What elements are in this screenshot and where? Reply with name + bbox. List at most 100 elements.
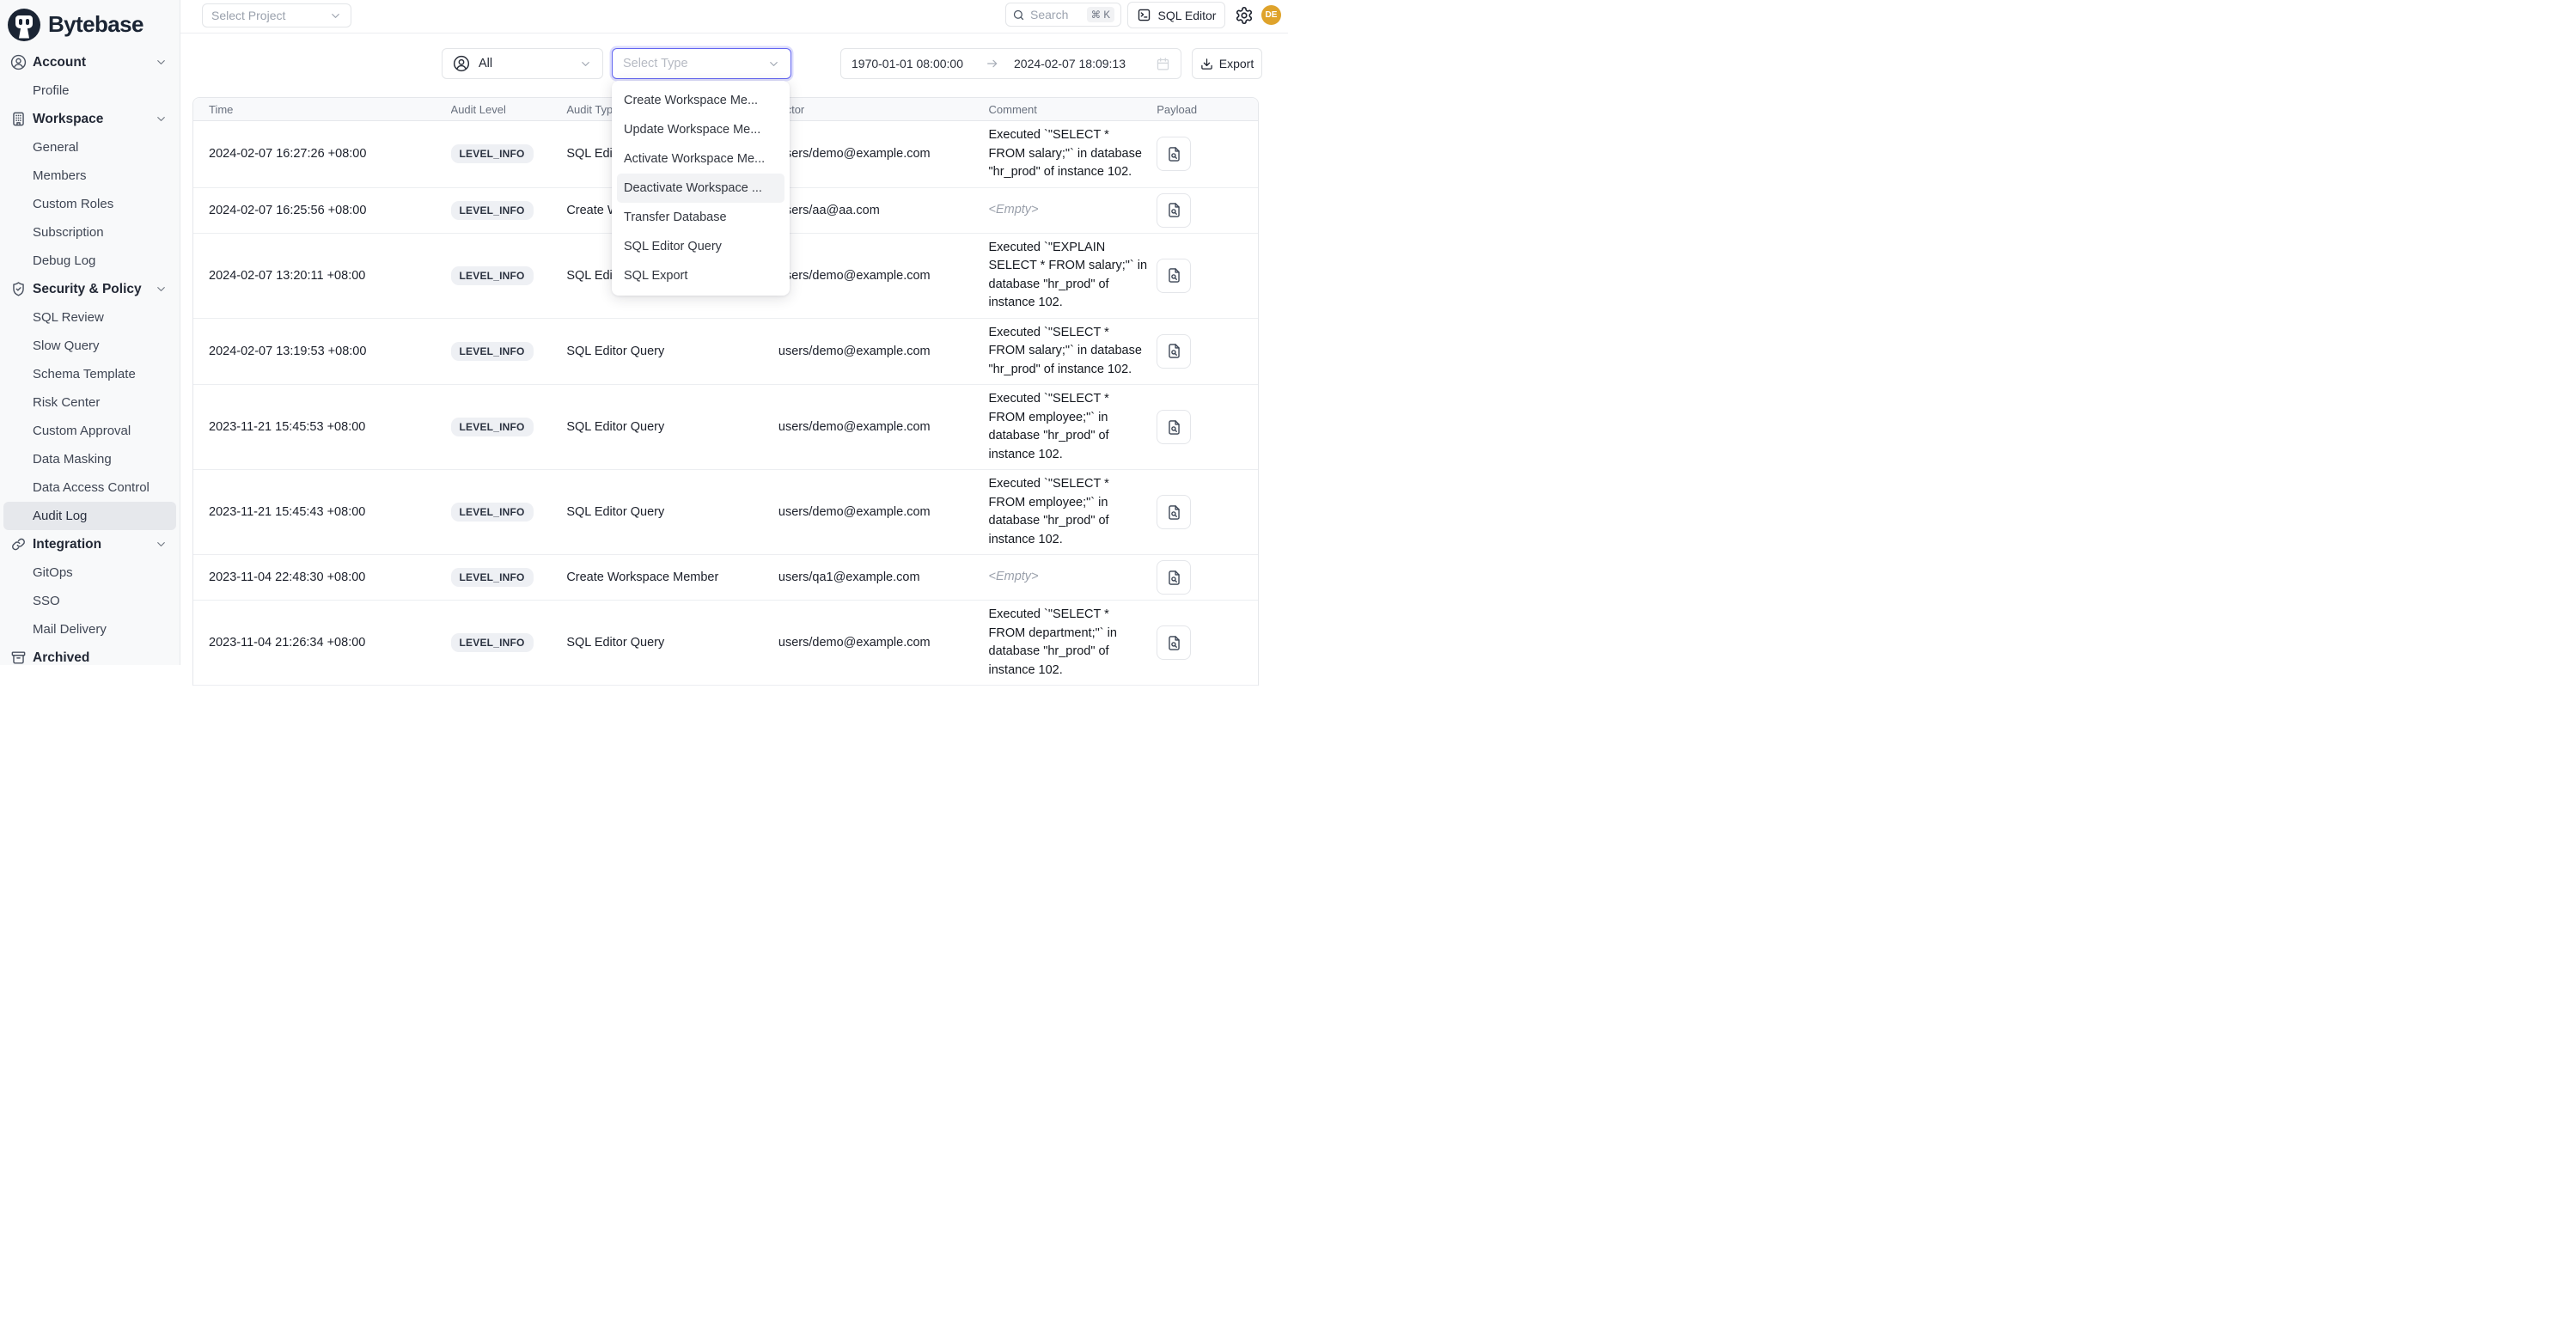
comment-text: Executed `"SELECT * FROM salary;"` in da… — [989, 319, 1148, 385]
sidebar-item-custom-roles[interactable]: Custom Roles — [0, 190, 180, 218]
cell-actor: users/demo@example.com — [778, 420, 989, 434]
payload-button[interactable] — [1157, 193, 1191, 228]
chevron-down-icon — [767, 58, 780, 70]
user-circle-icon — [453, 55, 470, 72]
sidebar-item-workspace[interactable]: Workspace — [0, 105, 180, 133]
menu-item-activate-workspace-me[interactable]: Activate Workspace Me... — [617, 144, 784, 174]
file-search-icon — [1166, 419, 1182, 436]
sidebar-item-debug-log[interactable]: Debug Log — [0, 247, 180, 275]
payload-button[interactable] — [1157, 259, 1191, 293]
search-input[interactable]: Search ⌘ K — [1005, 3, 1121, 27]
sidebar-item-data-masking[interactable]: Data Masking — [0, 445, 180, 473]
cell-comment: <Empty> — [989, 563, 1152, 592]
sidebar-item-account[interactable]: Account — [0, 48, 180, 76]
level-badge: LEVEL_INFO — [451, 144, 534, 163]
terminal-icon — [1137, 8, 1151, 22]
cell-comment: Executed `"SELECT * FROM employee;"` in … — [989, 385, 1152, 469]
menu-item-sql-editor-query[interactable]: SQL Editor Query — [617, 232, 784, 261]
project-select[interactable]: Select Project — [202, 3, 351, 27]
menu-item-update-workspace-me[interactable]: Update Workspace Me... — [617, 115, 784, 144]
file-search-icon — [1166, 267, 1182, 284]
sidebar-item-sso[interactable]: SSO — [0, 587, 180, 615]
level-badge: LEVEL_INFO — [451, 633, 534, 652]
sidebar-item-profile[interactable]: Profile — [0, 76, 180, 105]
level-badge: LEVEL_INFO — [451, 201, 534, 220]
sql-editor-label: SQL Editor — [1158, 9, 1217, 22]
settings-gear-icon[interactable] — [1235, 6, 1254, 25]
actor-filter-select[interactable]: All — [442, 48, 603, 79]
bytebase-logo-text: Bytebase — [48, 11, 143, 38]
sidebar-item-general[interactable]: General — [0, 133, 180, 162]
cell-audit-level: LEVEL_INFO — [451, 342, 567, 361]
sidebar-item-mail-delivery[interactable]: Mail Delivery — [0, 615, 180, 644]
payload-button[interactable] — [1157, 410, 1191, 444]
sidebar-item-label: Account — [33, 55, 86, 70]
sidebar-item-label: SSO — [33, 594, 60, 608]
payload-button[interactable] — [1157, 334, 1191, 369]
menu-item-create-workspace-me[interactable]: Create Workspace Me... — [617, 86, 784, 115]
sidebar-item-sql-review[interactable]: SQL Review — [0, 303, 180, 332]
sidebar-item-integration[interactable]: Integration — [0, 530, 180, 558]
sidebar-item-label: Members — [33, 168, 87, 183]
table-row: 2023-11-04 21:26:34 +08:00LEVEL_INFOSQL … — [193, 601, 1258, 686]
cell-audit-type: SQL Editor Query — [566, 420, 778, 434]
column-header-time: Time — [193, 103, 451, 116]
cell-actor: users/qa1@example.com — [778, 570, 989, 584]
sidebar-item-schema-template[interactable]: Schema Template — [0, 360, 180, 388]
sidebar-item-label: Risk Center — [33, 395, 100, 410]
sidebar-item-label: Integration — [33, 537, 101, 552]
sidebar-item-label: Slow Query — [33, 339, 100, 353]
cell-audit-level: LEVEL_INFO — [451, 201, 567, 220]
payload-button[interactable] — [1157, 560, 1191, 595]
shield-check-icon — [10, 281, 27, 297]
sidebar-item-security-policy[interactable]: Security & Policy — [0, 275, 180, 303]
sql-editor-button[interactable]: SQL Editor — [1127, 2, 1225, 28]
payload-button[interactable] — [1157, 495, 1191, 529]
chevron-down-icon — [155, 283, 168, 296]
sidebar-item-label: Audit Log — [33, 509, 87, 523]
menu-item-deactivate-workspace[interactable]: Deactivate Workspace ... — [617, 174, 784, 203]
cell-comment: Executed `"SELECT * FROM employee;"` in … — [989, 470, 1152, 554]
comment-text: Executed `"EXPLAIN SELECT * FROM salary;… — [989, 234, 1148, 318]
cell-comment: Executed `"SELECT * FROM salary;"` in da… — [989, 121, 1152, 187]
cell-audit-level: LEVEL_INFO — [451, 144, 567, 163]
cell-actor: users/demo@example.com — [778, 505, 989, 519]
date-range-picker[interactable]: 1970-01-01 08:00:00 2024-02-07 18:09:13 — [840, 48, 1181, 79]
cell-comment: Executed `"SELECT * FROM department;"` i… — [989, 601, 1152, 685]
sidebar-item-audit-log[interactable]: Audit Log — [3, 502, 176, 530]
sidebar-item-data-access-control[interactable]: Data Access Control — [0, 473, 180, 502]
menu-item-sql-export[interactable]: SQL Export — [617, 261, 784, 290]
sidebar-item-archived[interactable]: Archived — [0, 644, 180, 672]
type-filter-placeholder: Select Type — [623, 57, 688, 70]
chevron-down-icon — [155, 56, 168, 69]
menu-item-transfer-database[interactable]: Transfer Database — [617, 203, 784, 232]
chevron-down-icon — [329, 9, 342, 22]
payload-button[interactable] — [1157, 625, 1191, 660]
sidebar-item-label: Schema Template — [33, 367, 136, 381]
column-header-comment: Comment — [989, 103, 1152, 116]
sidebar-item-subscription[interactable]: Subscription — [0, 218, 180, 247]
sidebar-item-label: Subscription — [33, 225, 104, 240]
sidebar-item-members[interactable]: Members — [0, 162, 180, 190]
sidebar-item-slow-query[interactable]: Slow Query — [0, 332, 180, 360]
cell-payload — [1151, 259, 1258, 293]
cell-payload — [1151, 625, 1258, 660]
main-area: Select Project Search ⌘ K SQL Editor — [180, 0, 1288, 665]
cell-audit-level: LEVEL_INFO — [451, 568, 567, 587]
cell-payload — [1151, 495, 1258, 529]
sidebar-item-gitops[interactable]: GitOps — [0, 558, 180, 587]
cell-comment: Executed `"SELECT * FROM salary;"` in da… — [989, 319, 1152, 385]
sidebar-item-label: Archived — [33, 650, 89, 666]
sidebar-item-custom-approval[interactable]: Custom Approval — [0, 417, 180, 445]
type-filter-select[interactable]: Select Type — [612, 48, 791, 79]
sidebar: Bytebase Account ProfileWorkspaceGeneral M… — [0, 0, 180, 665]
avatar[interactable]: DE — [1261, 5, 1281, 25]
export-button[interactable]: Export — [1192, 48, 1262, 79]
cell-actor: users/demo@example.com — [778, 147, 989, 161]
sidebar-item-risk-center[interactable]: Risk Center — [0, 388, 180, 417]
bytebase-logo: Bytebase — [0, 0, 180, 43]
table-row: 2023-11-21 15:45:43 +08:00LEVEL_INFOSQL … — [193, 470, 1258, 555]
payload-button[interactable] — [1157, 137, 1191, 171]
date-end-value: 2024-02-07 18:09:13 — [1006, 57, 1133, 70]
cell-actor: users/demo@example.com — [778, 269, 989, 283]
